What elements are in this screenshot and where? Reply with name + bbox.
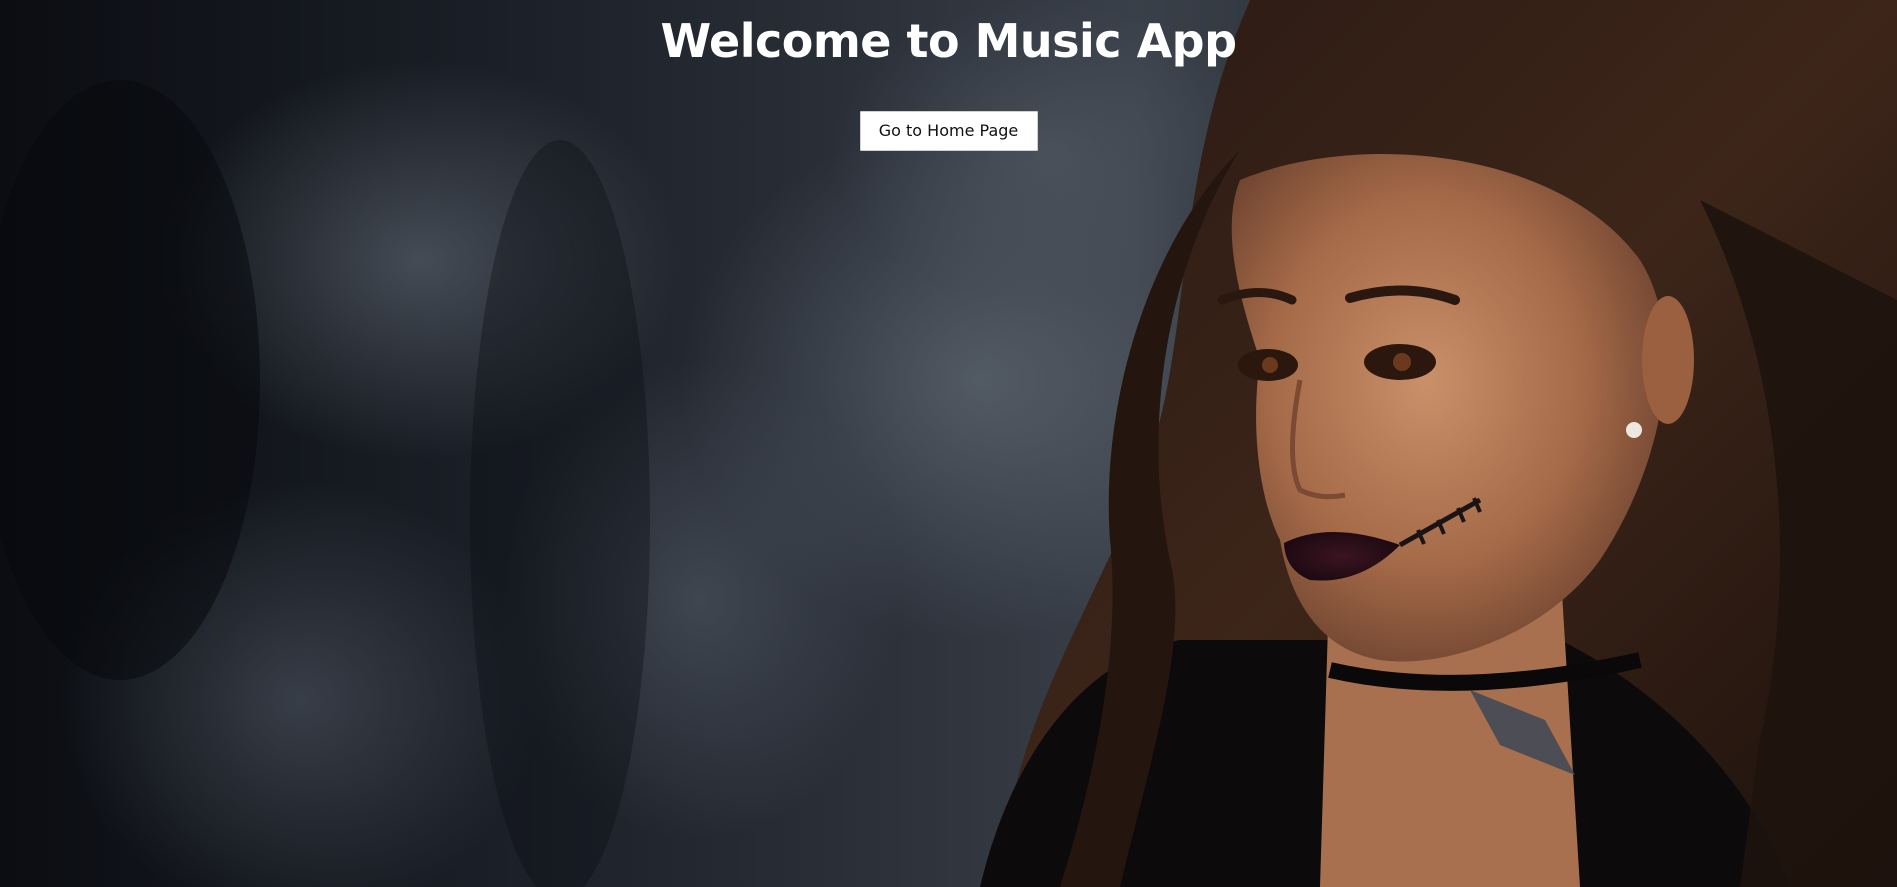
page-title: Welcome to Music App <box>660 14 1237 68</box>
hero-content: Welcome to Music App Go to Home Page <box>0 0 1897 151</box>
landing-page: Welcome to Music App Go to Home Page <box>0 0 1897 887</box>
go-to-home-page-button[interactable]: Go to Home Page <box>859 111 1038 151</box>
